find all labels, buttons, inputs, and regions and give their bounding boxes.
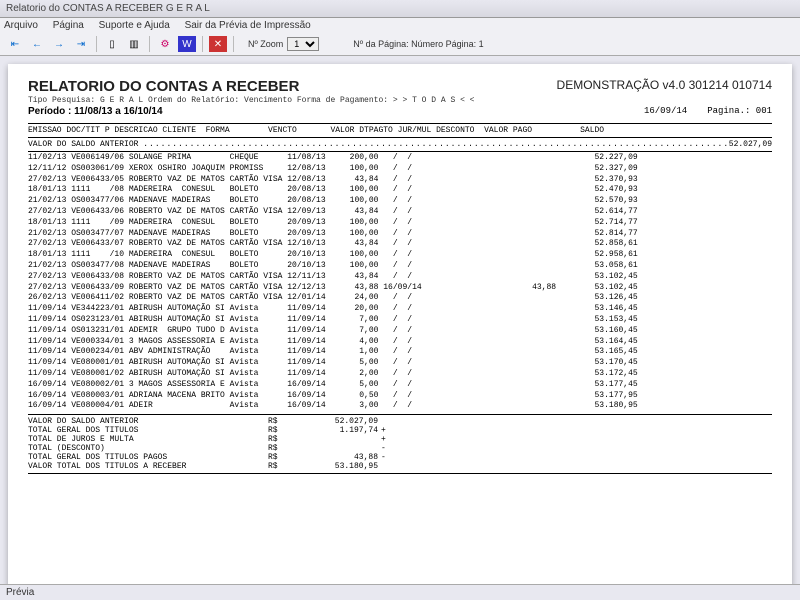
total-row: VALOR TOTAL DOS TITULOS A RECEBERR$53.18… bbox=[28, 462, 772, 471]
table-row: 27/02/13 VE006433/07 ROBERTO VAZ DE MATO… bbox=[28, 239, 772, 250]
report-subtitle: Tipo Pesquisa: G E R A L Ordem do Relató… bbox=[28, 96, 772, 105]
table-row: 11/02/13 VE006149/06 SOLANGE PRIMA CHEQU… bbox=[28, 153, 772, 164]
table-row: 26/02/13 VE006411/02 ROBERTO VAZ DE MATO… bbox=[28, 293, 772, 304]
saldo-anterior-row: VALOR DO SALDO ANTERIOR ................… bbox=[28, 140, 772, 152]
divider bbox=[28, 414, 772, 415]
table-row: 16/09/14 VE080004/01 ADEIR Avista 16/09/… bbox=[28, 401, 772, 412]
zoom-label: Nº Zoom bbox=[248, 39, 283, 49]
table-row: 11/09/14 VE080001/01 ABIRUSH AUTOMAÇÃO S… bbox=[28, 358, 772, 369]
separator bbox=[96, 36, 97, 52]
table-row: 21/02/13 OS003477/08 MADENAVE MADEIRAS B… bbox=[28, 261, 772, 272]
table-row: 27/02/13 VE006433/08 ROBERTO VAZ DE MATO… bbox=[28, 272, 772, 283]
table-row: 27/02/13 VE006433/05 ROBERTO VAZ DE MATO… bbox=[28, 175, 772, 186]
statusbar: Prévia bbox=[0, 584, 800, 600]
table-row: 11/09/14 OS013231/01 ADEMIR GRUPO TUDO D… bbox=[28, 326, 772, 337]
saldo-anterior-label: VALOR DO SALDO ANTERIOR bbox=[28, 140, 138, 149]
data-rows: 11/02/13 VE006149/06 SOLANGE PRIMA CHEQU… bbox=[28, 153, 772, 412]
menu-suporte[interactable]: Suporte e Ajuda bbox=[99, 20, 170, 31]
menu-pagina[interactable]: Página bbox=[53, 20, 84, 31]
table-row: 18/01/13 1111 /10 MADEREIRA CONESUL BOLE… bbox=[28, 250, 772, 261]
table-row: 16/09/14 VE080003/01 ADRIANA MACENA BRIT… bbox=[28, 391, 772, 402]
next-page-icon[interactable]: → bbox=[50, 36, 68, 52]
report-page: DEMONSTRAÇÃO v4.0 301214 010714 RELATORI… bbox=[8, 64, 792, 594]
separator bbox=[149, 36, 150, 52]
print-icon[interactable]: W bbox=[178, 36, 196, 52]
separator bbox=[202, 36, 203, 52]
total-row: VALOR DO SALDO ANTERIORR$52.027,09 bbox=[28, 417, 772, 426]
table-row: 18/01/13 1111 /09 MADEREIRA CONESUL BOLE… bbox=[28, 218, 772, 229]
table-row: 27/02/13 VE006433/06 ROBERTO VAZ DE MATO… bbox=[28, 207, 772, 218]
saldo-anterior-value: 52.027,09 bbox=[729, 140, 772, 149]
window-titlebar: Relatorio do CONTAS A RECEBER G E R A L bbox=[0, 0, 800, 18]
print-setup-icon[interactable]: ⚙ bbox=[156, 36, 174, 52]
dots-fill: ........................................… bbox=[143, 140, 729, 149]
table-row: 21/02/13 OS003477/07 MADENAVE MADEIRAS B… bbox=[28, 229, 772, 240]
table-row: 21/02/13 OS003477/06 MADENAVE MADEIRAS B… bbox=[28, 196, 772, 207]
menu-sair[interactable]: Sair da Prévia de Impressão bbox=[185, 20, 311, 31]
totals-block: VALOR DO SALDO ANTERIORR$52.027,09TOTAL … bbox=[28, 417, 772, 471]
multi-page-icon[interactable]: ▥ bbox=[125, 36, 143, 52]
divider bbox=[28, 473, 772, 474]
last-page-icon[interactable]: ⇥ bbox=[72, 36, 90, 52]
table-row: 11/09/14 VE000234/01 ABV ADMINISTRAÇÃO A… bbox=[28, 347, 772, 358]
report-date: 16/09/14 bbox=[644, 106, 687, 116]
total-row: TOTAL (DESCONTO)R$- bbox=[28, 444, 772, 453]
prev-page-icon[interactable]: ← bbox=[28, 36, 46, 52]
total-row: TOTAL GERAL DOS TITULOS PAGOSR$43,88- bbox=[28, 453, 772, 462]
separator bbox=[233, 36, 234, 52]
table-row: 11/09/14 VE000334/01 3 MAGOS ASSESSORIA … bbox=[28, 337, 772, 348]
demo-banner: DEMONSTRAÇÃO v4.0 301214 010714 bbox=[557, 78, 772, 92]
menubar: Arquivo Página Suporte e Ajuda Sair da P… bbox=[0, 18, 800, 33]
table-row: 11/09/14 VE080001/02 ABIRUSH AUTOMAÇÃO S… bbox=[28, 369, 772, 380]
total-row: TOTAL DE JUROS E MULTAR$+ bbox=[28, 435, 772, 444]
report-pagina: Pagina.: 001 bbox=[707, 106, 772, 116]
table-row: 16/09/14 VE080002/01 3 MAGOS ASSESSORIA … bbox=[28, 380, 772, 391]
single-page-icon[interactable]: ▯ bbox=[103, 36, 121, 52]
table-row: 11/09/14 VE344223/01 ABIRUSH AUTOMAÇÃO S… bbox=[28, 304, 772, 315]
window-title: Relatorio do CONTAS A RECEBER G E R A L bbox=[6, 3, 210, 14]
toolbar: ⇤ ← → ⇥ ▯ ▥ ⚙ W ✕ Nº Zoom 1 Nº da Página… bbox=[0, 33, 800, 56]
table-row: 27/02/13 VE006433/09 ROBERTO VAZ DE MATO… bbox=[28, 283, 772, 294]
first-page-icon[interactable]: ⇤ bbox=[6, 36, 24, 52]
menu-arquivo[interactable]: Arquivo bbox=[4, 20, 38, 31]
column-header: EMISSAO DOC/TIT P DESCRICAO CLIENTE FORM… bbox=[28, 123, 772, 138]
table-row: 18/01/13 1111 /08 MADEREIRA CONESUL BOLE… bbox=[28, 185, 772, 196]
status-text: Prévia bbox=[6, 587, 34, 598]
table-row: 11/09/14 OS023123/01 ABIRUSH AUTOMAÇÃO S… bbox=[28, 315, 772, 326]
close-preview-icon[interactable]: ✕ bbox=[209, 36, 227, 52]
total-row: TOTAL GERAL DOS TITULOSR$1.197,74+ bbox=[28, 426, 772, 435]
table-row: 12/11/12 OS003061/09 XEROX OSHIRO JOAQUI… bbox=[28, 164, 772, 175]
zoom-select[interactable]: 1 bbox=[287, 37, 319, 51]
page-number-label: Nº da Página: Número Página: 1 bbox=[353, 39, 483, 49]
